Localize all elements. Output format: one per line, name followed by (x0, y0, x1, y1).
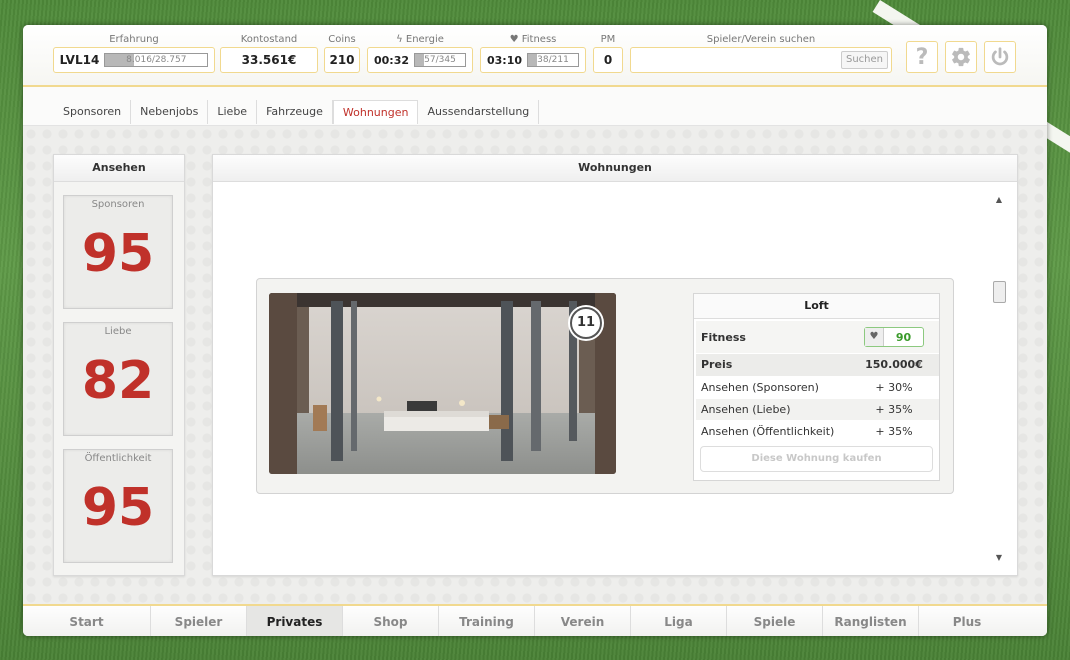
reputation-value: 82 (81, 351, 155, 411)
nav-start[interactable]: Start (23, 606, 151, 636)
tab-sponsoren[interactable]: Sponsoren (54, 100, 132, 124)
reputation-value: 95 (81, 478, 155, 538)
bonus-row: Ansehen (Sponsoren) + 30% (696, 377, 939, 398)
reputation-sponsoren-card: Sponsoren 95 (63, 195, 173, 309)
content-area: Ansehen Sponsoren 95 Liebe 82 Öffentlich… (23, 126, 1047, 604)
energy-text: 57/345 (424, 55, 456, 65)
gear-icon (952, 47, 970, 67)
bonus-row: Ansehen (Liebe) + 35% (696, 399, 939, 420)
fitness-requirement-badge: ♥ 90 (864, 327, 924, 347)
settings-button[interactable] (945, 41, 977, 73)
bonus-label: Ansehen (Sponsoren) (701, 381, 819, 394)
reputation-oeffentlichkeit-card: Öffentlichkeit 95 (63, 449, 173, 563)
heart-icon: ♥ (509, 34, 522, 45)
bonus-value: + 35% (875, 403, 913, 416)
fitness-label: Fitness (521, 34, 557, 45)
apartment-info-table: Loft Fitness ♥ 90 Preis 150.000€ Ansehen… (693, 293, 940, 481)
tab-liebe[interactable]: Liebe (208, 100, 258, 124)
bonus-label: Ansehen (Liebe) (701, 403, 791, 416)
energy-progress-bar: 57/345 (414, 53, 466, 67)
reputation-value: 95 (81, 224, 155, 284)
fitness-progress-bar: 38/211 (527, 53, 579, 67)
fitness-row: Fitness ♥ 90 (696, 321, 939, 353)
experience-label: Erfahrung (109, 34, 159, 45)
price-row: Preis 150.000€ (696, 354, 939, 376)
bonus-label: Ansehen (Öffentlichkeit) (701, 425, 835, 438)
reputation-panel: Ansehen Sponsoren 95 Liebe 82 Öffentlich… (53, 154, 185, 576)
search-button[interactable]: Suchen (840, 51, 888, 69)
fitness-text: 38/211 (537, 55, 569, 65)
bonus-value: + 35% (875, 425, 913, 438)
apartments-panel: Wohnungen ▲ ▼ 11 Loft Fitness ♥ 90 Preis… (212, 154, 1018, 576)
reputation-liebe-card: Liebe 82 (63, 322, 173, 436)
buy-apartment-button[interactable]: Diese Wohnung kaufen (700, 446, 933, 472)
level-indicator: LVL14 (59, 53, 100, 67)
pm-label: PM (600, 34, 616, 45)
reputation-title: Ansehen (54, 155, 184, 182)
fitness-timer: 03:10 (486, 53, 522, 67)
question-mark-icon: ? (915, 44, 929, 70)
top-status-bar: Erfahrung LVL14 8.016/28.757 Kontostand … (23, 25, 1047, 87)
apartment-number-badge: 11 (570, 307, 602, 339)
energy-timer: 00:32 (373, 53, 409, 67)
search-input[interactable]: Suchen (630, 47, 892, 73)
price-value: 150.000€ (865, 358, 923, 371)
pm-value[interactable]: 0 (593, 47, 623, 73)
logout-button[interactable] (984, 41, 1016, 73)
scroll-up-arrow[interactable]: ▲ (995, 195, 1003, 205)
nav-plus[interactable]: Plus (919, 606, 1015, 636)
experience-progress-bar: 8.016/28.757 (104, 53, 209, 67)
loft-interior-image (269, 293, 616, 474)
app-window: Erfahrung LVL14 8.016/28.757 Kontostand … (23, 25, 1047, 636)
nav-verein[interactable]: Verein (535, 606, 631, 636)
nav-ranglisten[interactable]: Ranglisten (823, 606, 919, 636)
nav-privates[interactable]: Privates (247, 606, 343, 636)
bonus-row: Ansehen (Öffentlichkeit) + 35% (696, 421, 939, 442)
balance-value: 33.561€ (220, 47, 318, 73)
nav-liga[interactable]: Liga (631, 606, 727, 636)
apartment-card: 11 Loft Fitness ♥ 90 Preis 150.000€ Anse… (256, 278, 954, 494)
tab-fahrzeuge[interactable]: Fahrzeuge (257, 100, 333, 124)
lightning-icon: ϟ (396, 34, 406, 45)
balance-label: Kontostand (240, 34, 298, 45)
scroll-thumb[interactable] (993, 281, 1006, 303)
search-label: Spieler/Verein suchen (706, 34, 816, 45)
price-label: Preis (701, 358, 733, 371)
coins-label: Coins (328, 34, 356, 45)
nav-spiele[interactable]: Spiele (727, 606, 823, 636)
sub-navigation: Sponsoren Nebenjobs Liebe Fahrzeuge Wohn… (23, 87, 1047, 126)
energy-label: Energie (405, 34, 444, 45)
nav-training[interactable]: Training (439, 606, 535, 636)
main-navigation: Start Spieler Privates Shop Training Ver… (23, 604, 1047, 636)
reputation-label: Öffentlichkeit (84, 453, 152, 464)
tab-aussendarstellung[interactable]: Aussendarstellung (418, 100, 540, 124)
coins-value: 210 (324, 47, 360, 73)
apartment-name: Loft (694, 294, 939, 319)
fitness-bar-fill (528, 54, 537, 66)
tab-nebenjobs[interactable]: Nebenjobs (131, 100, 209, 124)
experience-text: 8.016/28.757 (126, 55, 187, 65)
heart-icon: ♥ (865, 328, 884, 346)
energy-bar-fill (415, 54, 424, 66)
tab-wohnungen[interactable]: Wohnungen (332, 100, 419, 124)
apartments-title: Wohnungen (213, 155, 1017, 182)
bonus-value: + 30% (875, 381, 913, 394)
fitness-row-label: Fitness (701, 330, 746, 344)
scrollbar[interactable]: ▲ ▼ (993, 195, 1006, 567)
help-button[interactable]: ? (906, 41, 938, 73)
fitness-requirement-value: 90 (895, 330, 912, 344)
reputation-label: Sponsoren (91, 199, 145, 210)
reputation-label: Liebe (104, 326, 132, 337)
power-icon (991, 47, 1009, 66)
nav-shop[interactable]: Shop (343, 606, 439, 636)
apartment-photo: 11 (269, 293, 616, 474)
nav-spieler[interactable]: Spieler (151, 606, 247, 636)
scroll-down-arrow[interactable]: ▼ (995, 553, 1003, 563)
